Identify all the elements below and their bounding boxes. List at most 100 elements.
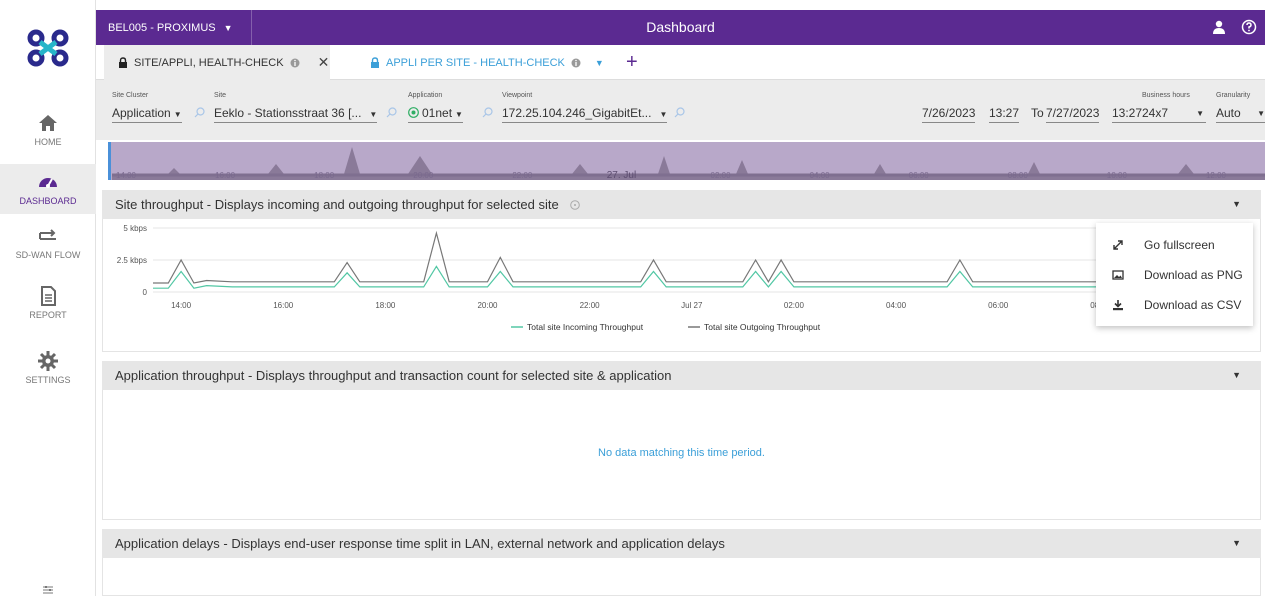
tab-label: APPLI PER SITE - HEALTH-CHECK — [386, 56, 565, 69]
granularity-select[interactable]: Auto ▼ — [1216, 106, 1265, 123]
app-badge-icon — [408, 107, 419, 118]
series-line-incoming — [153, 265, 1203, 289]
x-tick-label: 20:00 — [477, 301, 498, 310]
application-value: 01net — [422, 106, 453, 120]
caret-down-icon: ▼ — [173, 110, 182, 119]
sliders-icon[interactable] — [42, 585, 54, 595]
search-icon[interactable] — [674, 107, 685, 118]
caret-down-icon: ▼ — [223, 22, 233, 33]
info-icon[interactable] — [571, 58, 581, 68]
site-value: Eeklo - Stationsstraat 36 [... — [214, 106, 362, 120]
site-selector-label: BEL005 - PROXIMUS — [108, 21, 216, 34]
sidebar-item-label: SETTINGS — [25, 375, 71, 385]
app-throughput-panel: No data matching this time period. — [102, 390, 1261, 520]
caret-down-icon: ▼ — [1196, 109, 1204, 118]
caret-down-icon: ▼ — [659, 110, 668, 119]
search-icon[interactable] — [482, 107, 493, 118]
image-icon — [1112, 270, 1124, 280]
app-logo-icon[interactable] — [26, 28, 70, 68]
flow-arrows-icon — [39, 229, 56, 240]
panel-menu-caret-icon[interactable]: ▼ — [1232, 190, 1241, 219]
date-to-input[interactable]: 7/27/2023 — [1046, 106, 1100, 123]
sidebar-item-label: REPORT — [29, 310, 67, 320]
help-icon[interactable] — [1241, 19, 1257, 35]
report-document-icon — [41, 286, 56, 306]
go-fullscreen-menu-item[interactable]: Go fullscreen — [1096, 230, 1253, 260]
sidebar-item-report[interactable]: REPORT — [0, 285, 96, 330]
tab-appli-per-site-health-check[interactable]: APPLI PER SITE - HEALTH-CHECK ▼ — [356, 45, 604, 80]
sidebar-item-label: SD-WAN FLOW — [15, 250, 81, 260]
sidebar-item-home[interactable]: HOME — [0, 112, 96, 154]
timeline-tick-label: 02:00 — [711, 171, 732, 180]
caret-down-icon: ▼ — [369, 110, 378, 119]
application-label: Application — [408, 92, 443, 99]
timeline-tick-label: 20:00 — [413, 171, 434, 180]
site-cluster-select[interactable]: Application ▼ — [112, 106, 182, 123]
x-tick-label: 14:00 — [171, 301, 192, 310]
application-select[interactable]: 01net ▼ — [408, 106, 463, 123]
close-tab-icon[interactable]: ✕ — [318, 54, 330, 71]
timeline-tick-label: 06:00 — [909, 171, 930, 180]
site-selector[interactable]: BEL005 - PROXIMUS ▼ — [96, 10, 252, 45]
sidebar-item-label: HOME — [34, 137, 62, 147]
y-tick-label: 2.5 kbps — [117, 256, 147, 265]
x-tick-label: 18:00 — [375, 301, 396, 310]
x-tick-label: 16:00 — [273, 301, 294, 310]
fullscreen-icon — [1113, 240, 1123, 250]
viewpoint-value: 172.25.104.246_GigabitEt... — [502, 106, 652, 120]
timeline-tick-label: 12:00 — [1206, 171, 1227, 180]
site-label: Site — [214, 92, 227, 99]
time-to-input[interactable]: 13:27 — [1112, 106, 1143, 123]
download-csv-menu-item[interactable]: Download as CSV — [1096, 290, 1253, 320]
tab-label: SITE/APPLI, HEALTH-CHECK — [134, 56, 284, 69]
panel-menu-caret-icon[interactable]: ▼ — [1232, 361, 1241, 390]
sidebar-item-dashboard[interactable]: DASHBOARD — [0, 164, 96, 214]
app-delays-title: Application delays - Displays end-user r… — [115, 536, 725, 551]
date-from-input[interactable]: 7/26/2023 — [922, 106, 976, 123]
app-throughput-header[interactable]: Application throughput - Displays throug… — [102, 361, 1261, 390]
lock-icon — [371, 57, 379, 68]
top-bar: Dashboard BEL005 - PROXIMUS ▼ — [96, 10, 1265, 45]
timeline-navigator[interactable]: 14:00 16:00 18:00 20:00 22:00 27. Jul 02:00 04:… — [108, 142, 1265, 181]
user-icon[interactable] — [1211, 19, 1227, 35]
x-tick-label: 02:00 — [784, 301, 805, 310]
business-hours-select[interactable]: 24x7 ▼ — [1142, 106, 1206, 123]
site-throughput-panel: 0 2.5 kbps 5 kbps 14:00 16:00 18:00 20:00 22:00… — [102, 219, 1261, 352]
panel-menu-caret-icon[interactable]: ▼ — [1232, 529, 1241, 558]
home-icon — [39, 115, 57, 131]
time-from-input[interactable]: 13:27 — [989, 106, 1020, 123]
menu-item-label: Download as CSV — [1144, 298, 1242, 312]
site-cluster-label: Site Cluster — [112, 92, 149, 99]
info-icon[interactable] — [290, 58, 300, 68]
menu-item-label: Download as PNG — [1144, 268, 1243, 282]
y-tick-label: 0 — [143, 288, 148, 297]
x-tick-label: 04:00 — [886, 301, 907, 310]
app-delays-header[interactable]: Application delays - Displays end-user r… — [102, 529, 1261, 558]
caret-down-icon[interactable]: ▼ — [595, 58, 604, 68]
add-tab-button[interactable]: + — [626, 51, 638, 74]
legend-item[interactable]: Total site Outgoing Throughput — [704, 322, 821, 332]
app-throughput-title: Application throughput - Displays throug… — [115, 368, 672, 383]
sidebar: HOME DASHBOARD SD-WAN FLOW REPORT SETTIN… — [0, 0, 96, 596]
site-select[interactable]: Eeklo - Stationsstraat 36 [... ▼ — [214, 106, 378, 123]
timeline-handle[interactable] — [108, 142, 111, 180]
sidebar-item-sdwan-flow[interactable]: SD-WAN FLOW — [0, 225, 96, 267]
tab-site-appli-health-check[interactable]: SITE/APPLI, HEALTH-CHECK ✕ — [104, 45, 330, 80]
help-circle-icon[interactable] — [570, 200, 581, 210]
timeline-tick-label: 10:00 — [1107, 171, 1128, 180]
search-icon[interactable] — [386, 107, 397, 118]
caret-down-icon: ▼ — [455, 110, 463, 119]
x-tick-label: Jul 27 — [681, 301, 703, 310]
search-icon[interactable] — [194, 107, 205, 118]
viewpoint-select[interactable]: 172.25.104.246_GigabitEt... ▼ — [502, 106, 668, 123]
sidebar-item-label: DASHBOARD — [19, 196, 77, 206]
legend-item[interactable]: Total site Incoming Throughput — [527, 322, 644, 332]
x-tick-label: 22:00 — [580, 301, 601, 310]
sidebar-item-settings[interactable]: SETTINGS — [0, 350, 96, 392]
chart-export-menu: Go fullscreen Download as PNG Download a… — [1096, 223, 1253, 326]
site-cluster-value: Application — [112, 106, 171, 120]
download-png-menu-item[interactable]: Download as PNG — [1096, 260, 1253, 290]
timeline-tick-label: 16:00 — [215, 171, 236, 180]
business-hours-label: Business hours — [1142, 92, 1190, 99]
site-throughput-header[interactable]: Site throughput - Displays incoming and … — [102, 190, 1261, 219]
